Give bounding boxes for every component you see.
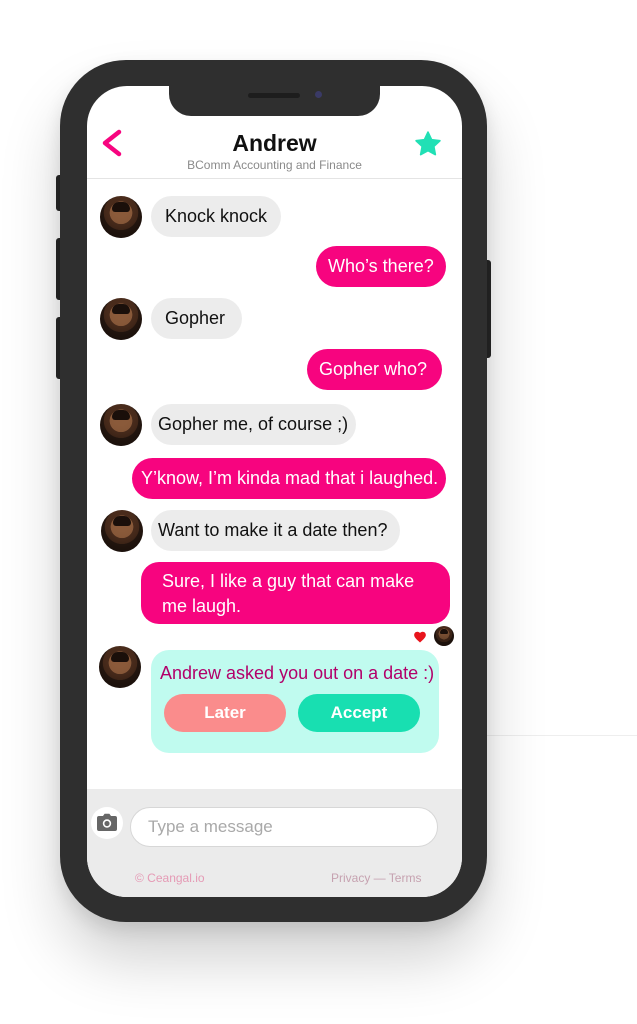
avatar xyxy=(100,404,142,446)
message-bubble-outgoing: Sure, I like a guy that can make me laug… xyxy=(141,562,450,624)
accept-button[interactable]: Accept xyxy=(298,694,420,732)
terms-link[interactable]: Terms xyxy=(389,871,422,885)
heart-icon xyxy=(414,631,426,643)
header-divider xyxy=(87,178,462,179)
date-invite-text: Andrew asked you out on a date :) xyxy=(160,663,435,683)
camera-icon xyxy=(97,813,117,831)
avatar xyxy=(101,510,143,552)
avatar xyxy=(99,646,141,688)
notch-camera xyxy=(315,91,322,98)
read-receipt-avatar xyxy=(434,626,454,646)
date-invite-card: Andrew asked you out on a date :) Later … xyxy=(151,650,439,753)
copyright-link[interactable]: © Ceangal.io xyxy=(135,871,205,885)
privacy-link[interactable]: Privacy xyxy=(331,871,370,885)
later-button[interactable]: Later xyxy=(164,694,286,732)
notch-speaker xyxy=(248,93,300,98)
contact-name: Andrew xyxy=(232,130,317,156)
legal-separator: — xyxy=(370,871,389,885)
message-bubble-incoming: Gopher me, of course ;) xyxy=(151,404,356,445)
contact-subtitle: BComm Accounting and Finance xyxy=(187,158,362,172)
message-input[interactable] xyxy=(130,807,438,847)
camera-button[interactable] xyxy=(91,807,123,839)
message-bubble-incoming: Knock knock xyxy=(151,196,281,237)
phone-notch xyxy=(169,86,380,116)
message-bubble-outgoing: Gopher who? xyxy=(307,349,442,390)
composer-bar: © Ceangal.io Privacy — Terms xyxy=(87,789,462,897)
legal-links: Privacy — Terms xyxy=(331,871,421,885)
message-bubble-incoming: Gopher xyxy=(151,298,242,339)
chat-screen: Andrew BComm Accounting and Finance Knoc… xyxy=(87,86,462,897)
message-bubble-outgoing: Who’s there? xyxy=(316,246,446,287)
avatar xyxy=(100,298,142,340)
message-bubble-outgoing: Y’know, I’m kinda mad that i laughed. xyxy=(132,458,446,499)
background-divider xyxy=(485,735,637,736)
message-bubble-incoming: Want to make it a date then? xyxy=(151,510,400,551)
star-icon[interactable] xyxy=(414,130,442,158)
avatar xyxy=(100,196,142,238)
